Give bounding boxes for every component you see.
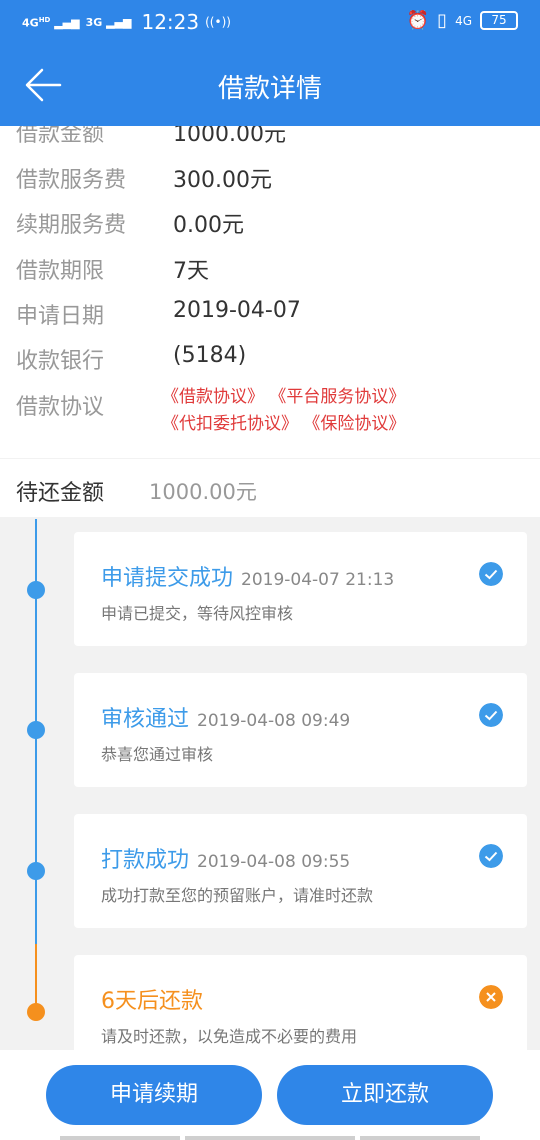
timeline-desc: 申请已提交，等待风控审核 xyxy=(101,604,294,623)
contract-links: 《借款协议》 《平台服务协议》 《代扣委托协议》 《保险协议》 xyxy=(162,384,405,438)
timeline-title-text: 打款成功 xyxy=(101,848,190,873)
action-bar: 申请续期 立即还款 xyxy=(0,1050,540,1140)
timeline-title: 申请提交成功 2019-04-07 21:13 xyxy=(101,560,394,592)
info-row-amount: 借款金额 1000.00元 xyxy=(16,126,286,148)
info-label: 借款协议 xyxy=(16,395,105,420)
check-icon xyxy=(479,562,503,586)
timeline-dot xyxy=(27,581,45,599)
info-value: 2019-04-07 xyxy=(173,298,301,323)
timeline-dot xyxy=(27,862,45,880)
timeline-desc: 成功打款至您的预留账户，请准时还款 xyxy=(101,886,374,905)
network-4g-label: 4G xyxy=(22,16,39,30)
hotspot-icon: ((•)) xyxy=(205,15,231,29)
contract-link-insurance[interactable]: 《保险协议》 xyxy=(303,414,405,434)
progress-timeline: 申请提交成功 2019-04-07 21:13 申请已提交，等待风控审核 审核通过… xyxy=(0,519,540,1050)
network-3g-label: 3G xyxy=(85,15,103,29)
info-label: 借款金额 xyxy=(16,126,105,147)
status-bar: 4GHD ▂▄▆ 3G ▂▄▆ 12:23 ((•)) ⏰ ▯ 4G 75 xyxy=(0,0,540,44)
signal-3g-indicator: 3G ▂▄▆ xyxy=(85,15,132,29)
nav-indicator xyxy=(60,1136,180,1140)
info-value: 0.00元 xyxy=(173,213,244,238)
network-4g-right: 4G xyxy=(455,13,472,28)
alarm-icon: ⏰ xyxy=(406,10,430,31)
renew-button[interactable]: 申请续期 xyxy=(46,1065,262,1125)
timeline-card-submitted: 申请提交成功 2019-04-07 21:13 申请已提交，等待风控审核 xyxy=(74,532,527,646)
nav-indicator xyxy=(360,1136,480,1140)
info-label: 收款银行 xyxy=(16,349,105,374)
info-value: 1000.00元 xyxy=(173,126,286,147)
info-value: 300.00元 xyxy=(173,168,272,193)
repay-now-button[interactable]: 立即还款 xyxy=(277,1065,493,1125)
timeline-card-paid: 打款成功 2019-04-08 09:55 成功打款至您的预留账户，请准时还款 xyxy=(74,814,527,928)
timeline-time: 2019-04-08 09:55 xyxy=(197,852,351,872)
battery-icon: 75 xyxy=(480,11,518,30)
timeline-time: 2019-04-07 21:13 xyxy=(241,570,395,590)
timeline-desc: 恭喜您通过审核 xyxy=(101,745,214,764)
contract-link-loan[interactable]: 《借款协议》 xyxy=(162,387,264,407)
nav-bar: 借款详情 xyxy=(0,44,540,126)
contract-link-debit[interactable]: 《代扣委托协议》 xyxy=(162,414,298,434)
timeline-title-text: 审核通过 xyxy=(101,707,190,732)
info-label: 申请日期 xyxy=(16,304,105,329)
clock: 12:23 xyxy=(141,10,200,34)
info-label: 续期服务费 xyxy=(16,213,127,238)
info-row-apply-date: 申请日期 2019-04-07 xyxy=(16,298,301,330)
timeline-card-repay-due: 6天后还款 请及时还款，以免造成不必要的费用 xyxy=(74,955,527,1050)
info-row-service-fee: 借款服务费 300.00元 xyxy=(16,162,272,194)
info-label: 借款期限 xyxy=(16,259,105,284)
info-row-renewal-fee: 续期服务费 0.00元 xyxy=(16,207,244,239)
timeline-title: 审核通过 2019-04-08 09:49 xyxy=(101,701,350,733)
page-title: 借款详情 xyxy=(217,74,322,104)
timeline-title: 6天后还款 xyxy=(101,983,203,1015)
signal-4g-indicator: 4GHD ▂▄▆ xyxy=(22,16,80,30)
timeline-card-approved: 审核通过 2019-04-08 09:49 恭喜您通过审核 xyxy=(74,673,527,787)
info-row-term: 借款期限 7天 xyxy=(16,253,209,285)
info-value: (5184) xyxy=(173,343,247,368)
timeline-desc: 请及时还款，以免造成不必要的费用 xyxy=(101,1027,358,1046)
timeline-dot xyxy=(27,721,45,739)
loan-info-panel: 借款金额 1000.00元 借款服务费 300.00元 续期服务费 0.00元 … xyxy=(0,126,540,458)
hd-label: HD xyxy=(38,16,51,25)
timeline-dot-pending xyxy=(27,1003,45,1021)
vibrate-icon: ▯ xyxy=(437,10,448,31)
nav-indicator xyxy=(185,1136,355,1140)
check-icon xyxy=(479,703,503,727)
timeline-time: 2019-04-08 09:49 xyxy=(197,711,351,731)
amount-due-value: 1000.00元 xyxy=(149,480,257,504)
info-row-contracts: 借款协议 xyxy=(16,389,104,421)
check-icon xyxy=(479,844,503,868)
timeline-title-text: 申请提交成功 xyxy=(101,566,234,591)
contract-link-platform[interactable]: 《平台服务协议》 xyxy=(269,387,405,407)
amount-due-row: 待还金额 1000.00元 xyxy=(0,459,540,517)
info-row-bank: 收款银行 (5184) xyxy=(16,343,246,375)
close-icon xyxy=(479,985,503,1009)
info-label: 借款服务费 xyxy=(16,168,127,193)
info-value: 7天 xyxy=(173,259,209,284)
timeline-title-text: 6天后还款 xyxy=(101,989,203,1014)
amount-due-label: 待还金额 xyxy=(16,481,105,506)
timeline-title: 打款成功 2019-04-08 09:55 xyxy=(101,842,350,874)
